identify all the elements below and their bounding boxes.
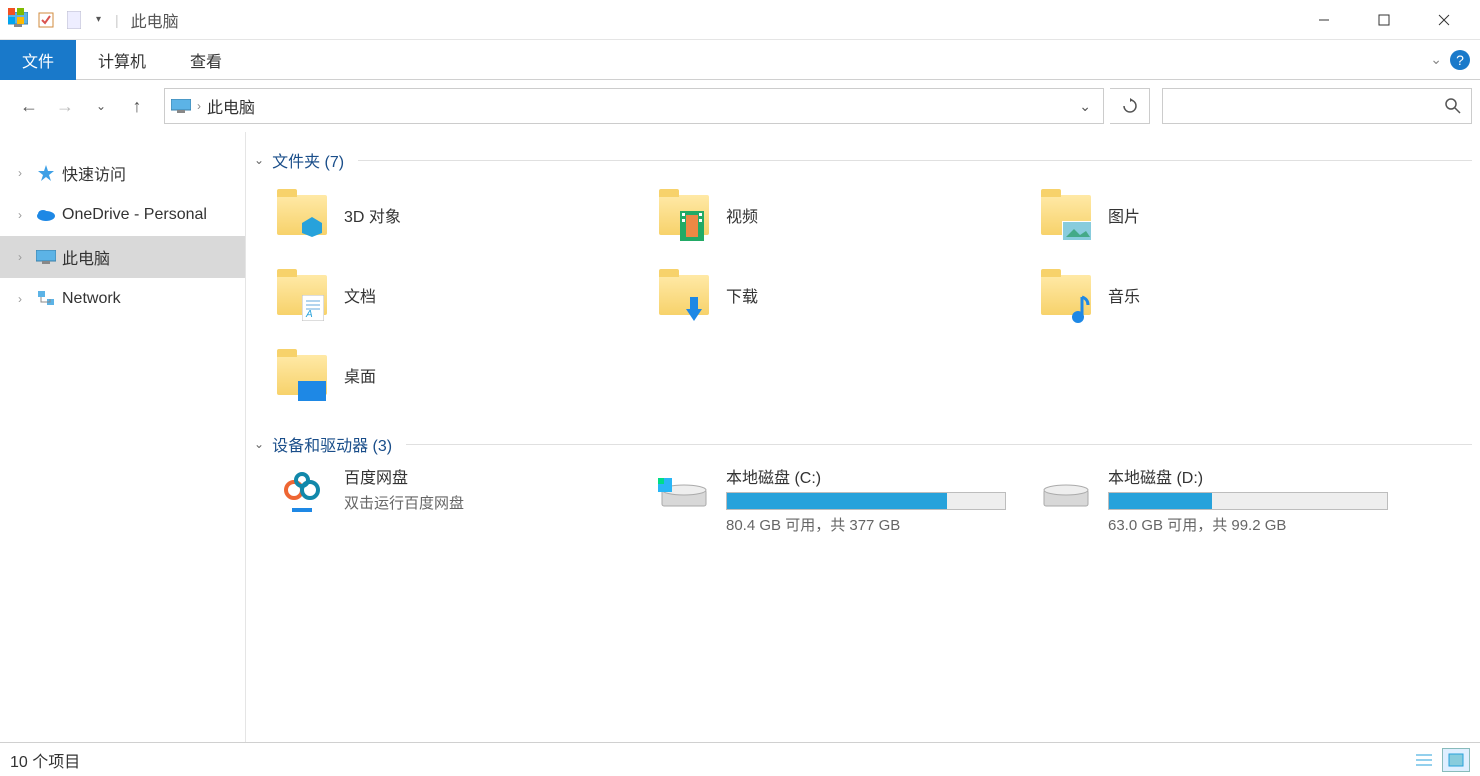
folder-3d-objects[interactable]: 3D 对象 (274, 180, 654, 250)
main-pane: ⌄ 文件夹 (7) 3D 对象 视频 (246, 132, 1480, 752)
window-controls (1294, 0, 1474, 40)
large-icons-view-button[interactable] (1442, 748, 1470, 772)
folder-icon (274, 347, 330, 403)
close-button[interactable] (1414, 0, 1474, 40)
sidebar-item-label: Network (62, 290, 121, 308)
properties-icon[interactable] (34, 8, 58, 32)
pc-icon (171, 99, 191, 113)
folder-label: 下载 (726, 283, 758, 307)
up-button[interactable]: ↑ (122, 91, 152, 121)
quick-access-toolbar: ▾ | 此电脑 (6, 8, 179, 32)
folder-label: 视频 (726, 203, 758, 227)
folder-icon: A (274, 267, 330, 323)
sidebar-item-label: 快速访问 (62, 161, 126, 185)
document-icon[interactable] (62, 8, 86, 32)
chevron-right-icon[interactable]: › (18, 292, 30, 306)
folder-icon (656, 267, 712, 323)
search-box[interactable] (1162, 88, 1472, 124)
separator: | (115, 12, 119, 28)
drive-stat: 63.0 GB 可用，共 99.2 GB (1108, 514, 1418, 535)
disk-icon (656, 464, 712, 520)
tab-computer[interactable]: 计算机 (76, 40, 168, 80)
folder-label: 图片 (1108, 203, 1140, 227)
ribbon: 文件 计算机 查看 ⌄ ? (0, 40, 1480, 80)
drive-c[interactable]: 本地磁盘 (C:) 80.4 GB 可用，共 377 GB (656, 464, 1036, 535)
recent-dropdown-icon[interactable]: ⌄ (86, 91, 116, 121)
address-dropdown-icon[interactable]: ⌄ (1073, 98, 1097, 115)
pc-icon (36, 247, 56, 267)
maximize-button[interactable] (1354, 0, 1414, 40)
tab-view[interactable]: 查看 (168, 40, 244, 80)
folders-grid: 3D 对象 视频 图片 A (254, 180, 1472, 428)
content-area: › 快速访问 › OneDrive - Personal › 此电脑 › (0, 132, 1480, 752)
folder-label: 3D 对象 (344, 203, 401, 227)
drive-baidu-netdisk[interactable]: 百度网盘 双击运行百度网盘 (274, 464, 654, 535)
details-view-button[interactable] (1410, 748, 1438, 772)
folder-icon (656, 187, 712, 243)
folder-label: 音乐 (1108, 283, 1140, 307)
baidu-icon (274, 464, 330, 520)
sidebar-item-network[interactable]: › Network (0, 278, 245, 320)
chevron-right-icon[interactable]: › (18, 208, 30, 222)
sidebar-item-label: 此电脑 (62, 245, 110, 269)
folder-icon (274, 187, 330, 243)
drive-subtitle: 双击运行百度网盘 (344, 492, 654, 513)
group-header-folders[interactable]: ⌄ 文件夹 (7) (254, 144, 1472, 180)
folder-videos[interactable]: 视频 (656, 180, 1036, 250)
drive-stat: 80.4 GB 可用，共 377 GB (726, 514, 1036, 535)
sidebar-item-onedrive[interactable]: › OneDrive - Personal (0, 194, 245, 236)
qat-dropdown-icon[interactable]: ▾ (96, 14, 101, 25)
chevron-down-icon[interactable]: ⌄ (254, 437, 264, 451)
tab-file[interactable]: 文件 (0, 40, 76, 80)
network-icon (36, 289, 56, 309)
chevron-right-icon[interactable]: › (18, 166, 30, 180)
svg-text:A: A (305, 309, 313, 320)
ribbon-expand-icon[interactable]: ⌄ (1430, 51, 1442, 68)
titlebar: ▾ | 此电脑 (0, 0, 1480, 40)
search-icon[interactable] (1435, 98, 1471, 114)
back-button[interactable]: ← (14, 91, 44, 121)
sidebar-item-quick-access[interactable]: › 快速访问 (0, 152, 245, 194)
folder-label: 文档 (344, 283, 376, 307)
forward-button[interactable]: → (50, 91, 80, 121)
folder-downloads[interactable]: 下载 (656, 260, 1036, 330)
minimize-button[interactable] (1294, 0, 1354, 40)
search-input[interactable] (1163, 98, 1435, 114)
refresh-button[interactable] (1110, 88, 1150, 124)
window-title: 此电脑 (131, 8, 179, 32)
group-label: 设备和驱动器 (3) (272, 432, 392, 456)
item-count: 10 个项目 (10, 748, 80, 772)
drives-grid: 百度网盘 双击运行百度网盘 本地磁盘 (C:) 80.4 GB 可用，共 377… (254, 464, 1472, 535)
drive-name: 本地磁盘 (D:) (1108, 464, 1418, 488)
navigation-bar: ← → ⌄ ↑ › 此电脑 ⌄ (0, 80, 1480, 132)
folder-icon (1038, 187, 1094, 243)
group-header-devices[interactable]: ⌄ 设备和驱动器 (3) (254, 428, 1472, 464)
breadcrumb-chevron-icon[interactable]: › (197, 99, 201, 113)
drive-name: 百度网盘 (344, 464, 654, 488)
capacity-bar (1108, 492, 1388, 510)
capacity-bar (726, 492, 1006, 510)
folder-pictures[interactable]: 图片 (1038, 180, 1418, 250)
breadcrumb[interactable]: 此电脑 (207, 94, 255, 118)
drive-name: 本地磁盘 (C:) (726, 464, 1036, 488)
disk-icon (1038, 464, 1094, 520)
address-bar[interactable]: › 此电脑 ⌄ (164, 88, 1104, 124)
folder-label: 桌面 (344, 363, 376, 387)
help-icon[interactable]: ? (1450, 50, 1470, 70)
star-icon (36, 163, 56, 183)
navigation-pane: › 快速访问 › OneDrive - Personal › 此电脑 › (0, 132, 246, 752)
chevron-down-icon[interactable]: ⌄ (254, 153, 264, 167)
sidebar-item-this-pc[interactable]: › 此电脑 (0, 236, 245, 278)
folder-documents[interactable]: A 文档 (274, 260, 654, 330)
folder-icon (1038, 267, 1094, 323)
group-label: 文件夹 (7) (272, 148, 344, 172)
cloud-icon (36, 205, 56, 225)
folder-music[interactable]: 音乐 (1038, 260, 1418, 330)
status-bar: 10 个项目 (0, 742, 1480, 776)
sidebar-item-label: OneDrive - Personal (62, 206, 207, 224)
folder-desktop[interactable]: 桌面 (274, 340, 654, 410)
drive-d[interactable]: 本地磁盘 (D:) 63.0 GB 可用，共 99.2 GB (1038, 464, 1418, 535)
chevron-right-icon[interactable]: › (18, 250, 30, 264)
